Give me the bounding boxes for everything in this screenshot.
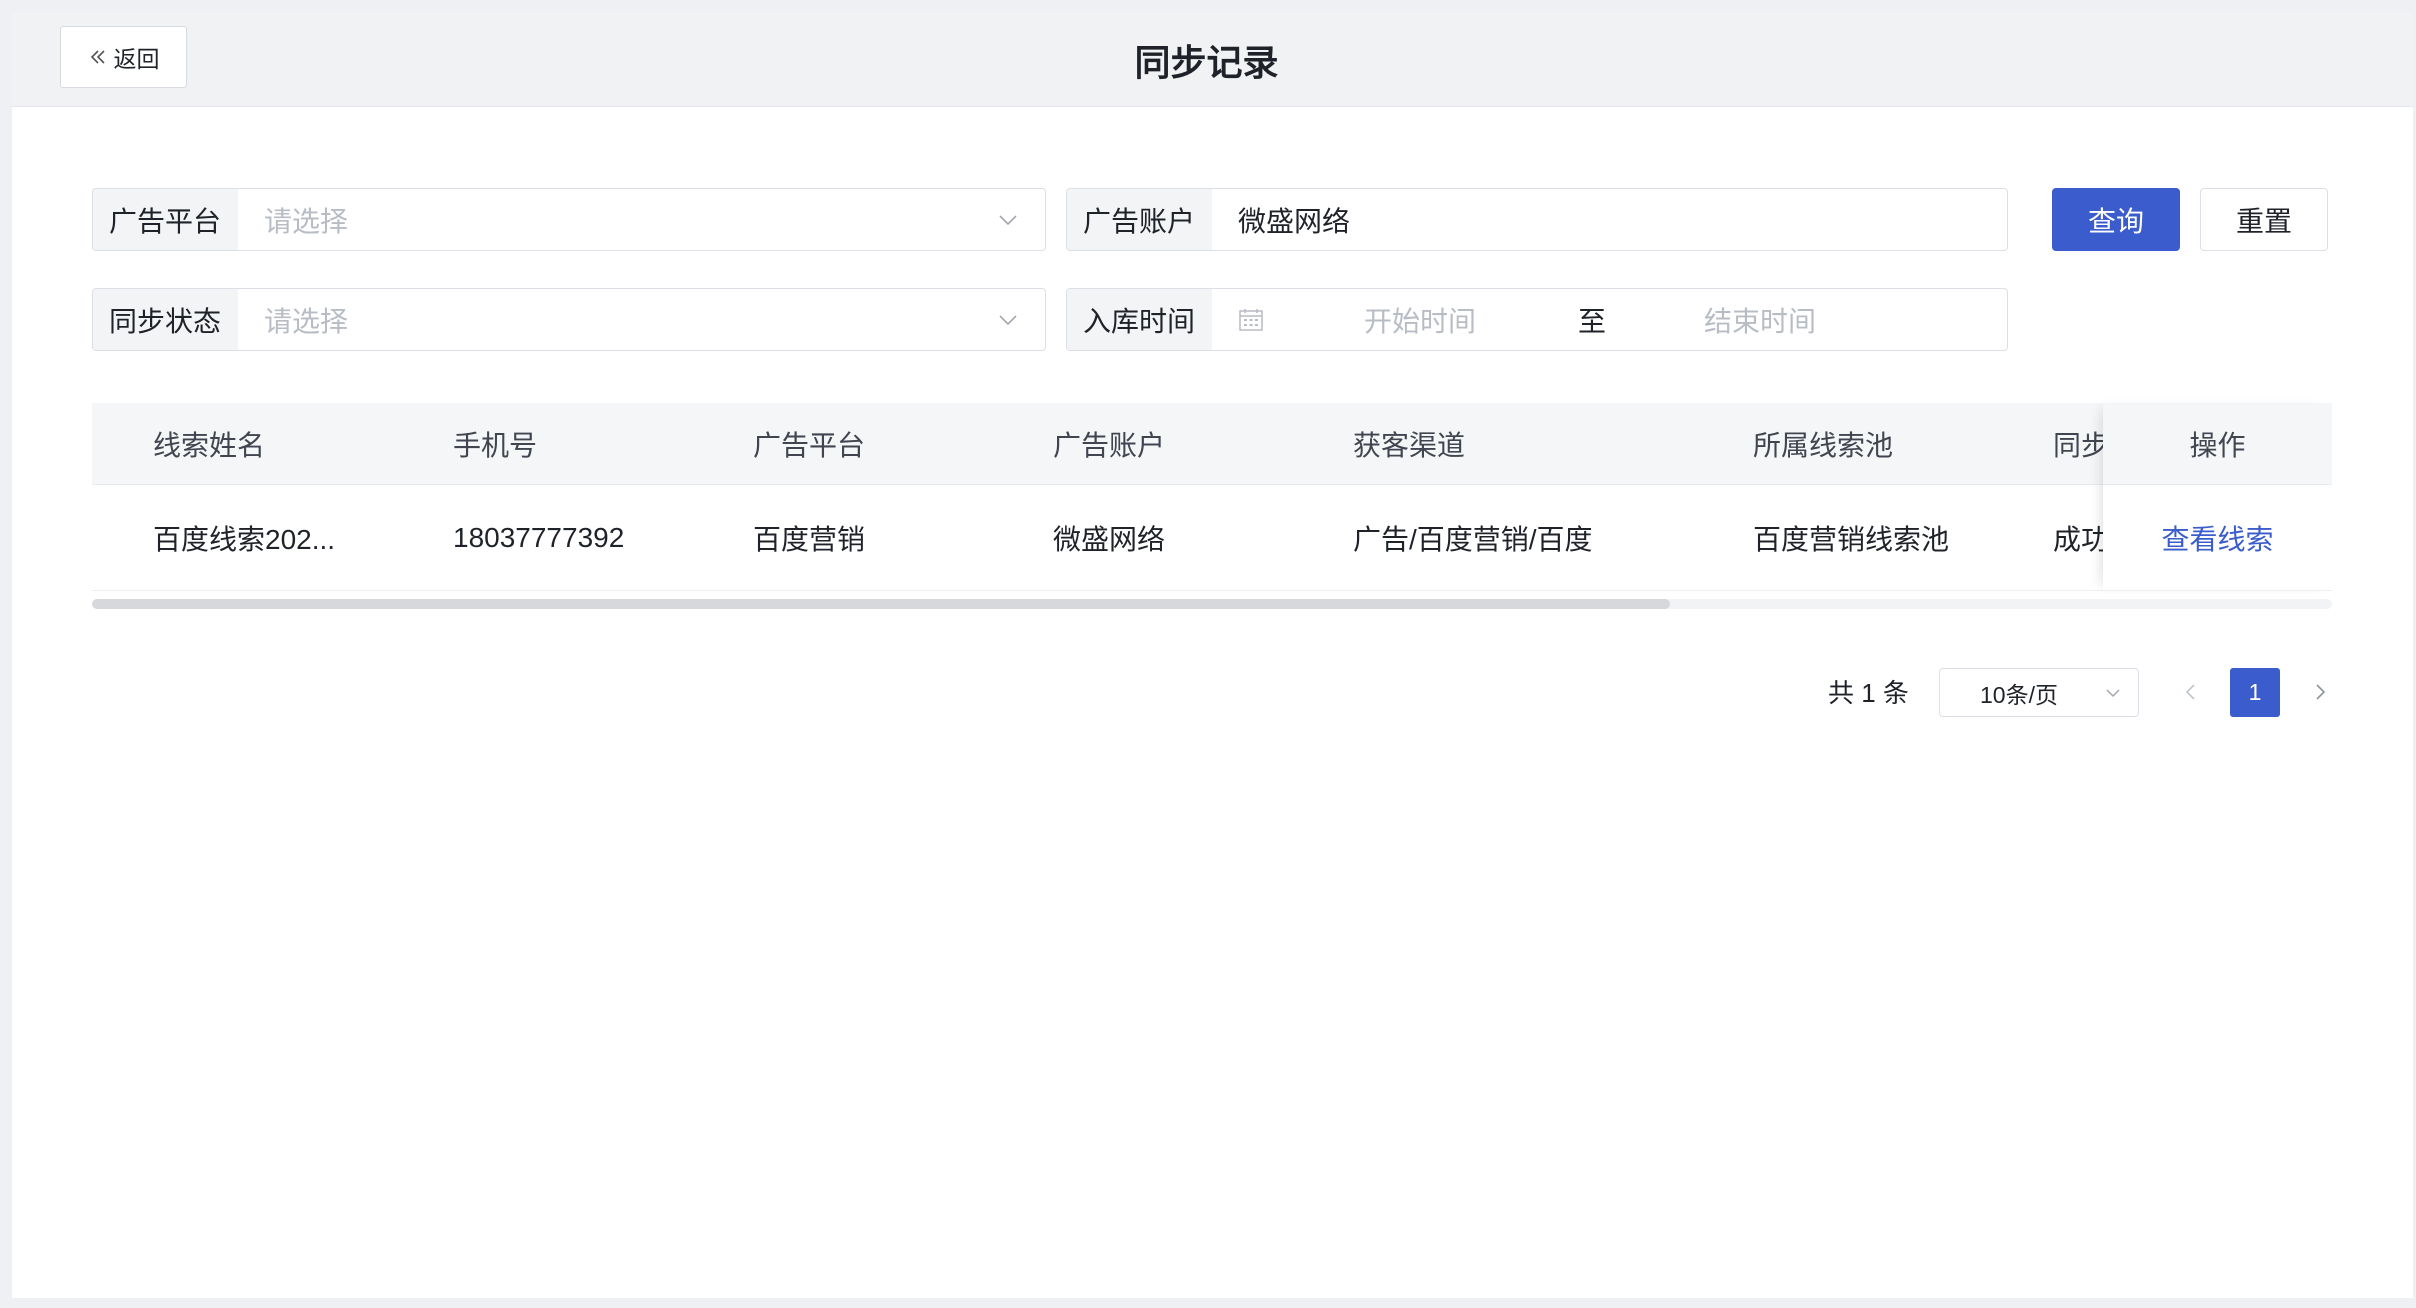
page-header: 返回 同步记录	[12, 12, 2413, 107]
column-header: 线索姓名	[153, 429, 266, 461]
sync-status-select[interactable]: 请选择	[238, 289, 1045, 350]
page-number-current[interactable]: 1	[2230, 668, 2280, 717]
prev-page-button[interactable]	[2178, 678, 2204, 706]
ad-account-input[interactable]: 微盛网络	[1212, 189, 2007, 250]
date-range-picker[interactable]: 开始时间 至 结束时间	[1212, 289, 2007, 350]
ad-platform-placeholder: 请选择	[264, 205, 349, 237]
column-header: 手机号	[453, 429, 538, 461]
page-size-select[interactable]: 10条/页	[1939, 668, 2139, 717]
page-size-value: 10条/页	[1980, 681, 2058, 708]
table-header: 线索姓名 手机号 广告平台 广告账户 获客渠道 所属线索池 同步	[92, 403, 2332, 485]
date-range-separator: 至	[1578, 305, 1607, 337]
column-header: 同步	[2053, 429, 2103, 461]
storage-time-filter[interactable]: 入库时间 开始时间 至 结束时间	[1066, 288, 2008, 351]
sync-status-cell: 成功	[2053, 523, 2103, 555]
scrollbar-thumb[interactable]	[92, 599, 1670, 609]
reset-button[interactable]: 重置	[2200, 188, 2328, 251]
sync-status-filter[interactable]: 同步状态 请选择	[92, 288, 1046, 351]
chevron-down-icon	[2106, 688, 2120, 697]
chevron-down-icon	[999, 214, 1017, 225]
column-header-action: 操作	[2103, 403, 2332, 485]
fixed-action-column: 操作 查看线索	[2103, 403, 2332, 591]
ad-platform-cell: 百度营销	[753, 523, 866, 555]
pagination-total: 共 1 条	[1828, 678, 1909, 708]
next-page-button[interactable]	[2307, 678, 2333, 706]
start-date-input[interactable]: 开始时间	[1364, 300, 1476, 340]
lead-pool-cell: 百度营销线索池	[1753, 523, 1950, 555]
sync-records-table: 线索姓名 手机号 广告平台 广告账户 获客渠道 所属线索池 同步 百度线索202…	[92, 403, 2332, 615]
ad-account-label: 广告账户	[1067, 189, 1212, 250]
column-header: 广告账户	[1053, 429, 1166, 461]
sync-status-placeholder: 请选择	[264, 305, 349, 337]
chevron-right-icon	[2316, 684, 2326, 700]
calendar-icon	[1239, 308, 1263, 331]
sync-status-label: 同步状态	[93, 289, 238, 350]
lead-name-cell: 百度线索202...	[153, 523, 336, 555]
column-header: 获客渠道	[1353, 429, 1466, 461]
page-frame: 返回 同步记录 广告平台 请选择 广告账户 微盛网络 查询 重置 同步状态 请选…	[12, 12, 2413, 1298]
column-header: 所属线索池	[1753, 429, 1894, 461]
view-lead-link[interactable]: 查看线索	[2103, 485, 2332, 591]
storage-time-label: 入库时间	[1067, 289, 1212, 350]
ad-account-value: 微盛网络	[1238, 205, 1351, 237]
ad-account-filter[interactable]: 广告账户 微盛网络	[1066, 188, 2008, 251]
ad-account-cell: 微盛网络	[1053, 523, 1166, 555]
query-button[interactable]: 查询	[2052, 188, 2180, 251]
ad-platform-label: 广告平台	[93, 189, 238, 250]
chevron-down-icon	[999, 314, 1017, 325]
phone-cell: 18037777392	[453, 521, 625, 553]
channel-cell: 广告/百度营销/百度	[1353, 523, 1593, 555]
chevron-left-icon	[2185, 684, 2195, 700]
column-header: 广告平台	[753, 429, 866, 461]
table-row: 百度线索202... 18037777392 百度营销 微盛网络 广告/百度营销…	[92, 485, 2332, 591]
page-title: 同步记录	[1134, 42, 1279, 83]
end-date-input[interactable]: 结束时间	[1704, 300, 1816, 340]
horizontal-scrollbar[interactable]	[92, 599, 2332, 609]
ad-platform-select[interactable]: 请选择	[238, 189, 1045, 250]
ad-platform-filter[interactable]: 广告平台 请选择	[92, 188, 1046, 251]
